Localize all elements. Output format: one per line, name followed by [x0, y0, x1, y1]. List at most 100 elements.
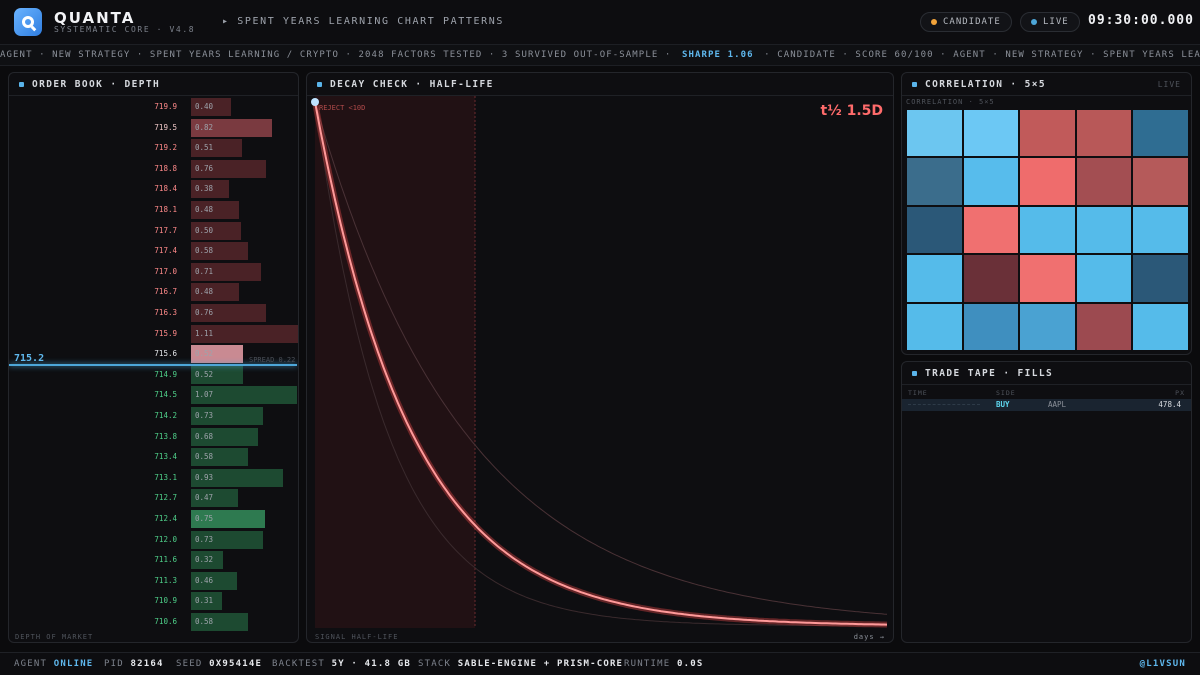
- ask-row[interactable]: 718.1 0.48: [9, 200, 297, 220]
- ticker-text-tail: · CANDIDATE · SCORE 60/100 · AGENT · NEW…: [764, 50, 1200, 60]
- author-handle[interactable]: @L1VSUN: [1140, 659, 1186, 669]
- correlation-cell[interactable]: [1076, 110, 1132, 157]
- correlation-cell[interactable]: [1076, 158, 1132, 205]
- trade-tape-title-text: TRADE TAPE · FILLS: [925, 368, 1054, 379]
- decay-footer-right: days →: [853, 633, 885, 641]
- footer-pid: PID 82164: [104, 659, 164, 669]
- correlation-title: CORRELATION · 5×5: [912, 79, 1046, 90]
- ask-row[interactable]: 719.5 0.82: [9, 118, 297, 138]
- bid-qty: 1.07: [195, 390, 214, 400]
- bid-row[interactable]: 712.0 0.73: [9, 530, 297, 550]
- correlation-cell[interactable]: [1133, 303, 1188, 350]
- order-book-panel: ORDER BOOK · DEPTH 719.9 0.40 719.5 0.82 719…: [8, 72, 299, 643]
- ask-row[interactable]: 715.9 1.11: [9, 324, 298, 344]
- correlation-cell[interactable]: [1020, 255, 1075, 302]
- ask-row[interactable]: 718.4 0.38: [9, 179, 297, 199]
- correlation-panel: CORRELATION · 5×5 LIVE CORRELATION · 5×5: [901, 72, 1192, 355]
- bid-qty: 0.93: [195, 472, 214, 482]
- footer-backtest: BACKTEST 5Y · 41.8 GB: [272, 659, 411, 669]
- ask-row[interactable]: 718.8 0.76: [9, 159, 297, 179]
- ask-qty: 0.51: [195, 143, 214, 153]
- divider: [902, 95, 1191, 96]
- bid-qty: 0.31: [195, 596, 214, 606]
- decay-title: DECAY CHECK · HALF-LIFE: [317, 79, 494, 90]
- bid-row[interactable]: 713.1 0.93: [9, 468, 297, 488]
- ask-row[interactable]: 717.7 0.50: [9, 221, 297, 241]
- bid-row[interactable]: 714.2 0.73: [9, 406, 297, 426]
- bid-row[interactable]: 710.6 0.58: [9, 612, 297, 632]
- bid-row[interactable]: 712.7 0.47: [9, 488, 297, 508]
- correlation-cell[interactable]: [963, 303, 1019, 350]
- correlation-cell[interactable]: [907, 303, 962, 350]
- bid-price: 714.2: [154, 411, 177, 420]
- correlation-cell[interactable]: [907, 158, 962, 205]
- bid-qty: 0.58: [195, 452, 214, 462]
- correlation-cell[interactable]: [1020, 303, 1075, 350]
- footer-seed-label: SEED: [176, 659, 203, 669]
- footer-backtest-value: 5Y · 41.8 GB: [331, 659, 411, 669]
- ask-qty: 0.52: [195, 349, 214, 359]
- correlation-cell[interactable]: [1020, 158, 1075, 205]
- ask-price: 718.1: [154, 205, 177, 214]
- bid-price: 711.3: [154, 575, 177, 585]
- correlation-cell[interactable]: [1133, 110, 1188, 157]
- bid-row[interactable]: 711.3 0.46: [9, 571, 297, 591]
- correlation-heatmap: [906, 109, 1189, 351]
- ask-price: 717.4: [154, 246, 177, 256]
- bid-qty: 0.73: [195, 534, 214, 544]
- app-subtitle: SYSTEMATIC CORE · V4.8: [54, 25, 196, 34]
- correlation-live-badge: LIVE: [1157, 80, 1181, 89]
- ask-row[interactable]: 719.9 0.40: [9, 97, 297, 117]
- correlation-cell[interactable]: [907, 110, 962, 157]
- correlation-cell[interactable]: [1076, 255, 1132, 302]
- tape-col-time: TIME: [908, 389, 928, 397]
- fill-side: BUY: [996, 400, 1010, 409]
- bid-row[interactable]: 711.6 0.32: [9, 550, 297, 570]
- ask-qty: 0.58: [195, 246, 214, 256]
- bid-row[interactable]: 713.8 0.68: [9, 427, 297, 447]
- status-footer: AGENT ONLINE PID 82164 SEED 0X95414E BAC…: [0, 652, 1200, 675]
- correlation-cell[interactable]: [907, 255, 962, 302]
- bid-qty: 0.46: [195, 575, 214, 585]
- bid-qty: 0.32: [195, 555, 214, 565]
- ask-price: 719.5: [154, 122, 177, 132]
- table-row[interactable]: BUY AAPL 478.4: [902, 399, 1191, 411]
- correlation-cell[interactable]: [963, 110, 1019, 157]
- correlation-cell[interactable]: [963, 255, 1019, 302]
- correlation-cell[interactable]: [1133, 255, 1188, 302]
- correlation-cell[interactable]: [1020, 206, 1075, 254]
- bid-row[interactable]: 714.5 1.07: [9, 385, 297, 405]
- bid-row[interactable]: 712.4 0.75: [9, 509, 297, 529]
- correlation-cell[interactable]: [1076, 303, 1132, 350]
- correlation-cell[interactable]: [1133, 206, 1188, 254]
- correlation-cell[interactable]: [1076, 206, 1132, 254]
- ask-qty: 0.50: [195, 225, 214, 235]
- ask-row[interactable]: 716.7 0.48: [9, 282, 297, 302]
- bid-row[interactable]: 710.9 0.31: [9, 591, 297, 611]
- correlation-cell[interactable]: [963, 206, 1019, 254]
- live-status-pill[interactable]: LIVE: [1020, 12, 1080, 32]
- correlation-cell[interactable]: [963, 158, 1019, 205]
- footer-runtime-value: 0.0S: [676, 659, 704, 669]
- ask-row[interactable]: 717.0 0.71: [9, 262, 297, 282]
- candidate-status-pill[interactable]: CANDIDATE: [920, 12, 1012, 32]
- headline: ▸ SPENT YEARS LEARNING CHART PATTERNS: [222, 16, 504, 27]
- decay-footer-left: SIGNAL HALF-LIFE: [315, 633, 399, 641]
- bid-row[interactable]: 714.9 0.52: [9, 365, 297, 385]
- ask-row[interactable]: 719.2 0.51: [9, 138, 297, 158]
- ask-price: 719.2: [154, 143, 177, 153]
- panel-dot-icon: [912, 82, 917, 87]
- correlation-cell[interactable]: [907, 206, 962, 254]
- app-logo[interactable]: [14, 8, 42, 36]
- news-ticker: AGENT · NEW STRATEGY · SPENT YEARS LEARN…: [0, 44, 1200, 66]
- tape-col-px: PX: [1175, 389, 1185, 397]
- ask-qty: 0.82: [195, 122, 214, 132]
- order-book-title-text: ORDER BOOK · DEPTH: [32, 79, 161, 90]
- ask-row[interactable]: 717.4 0.58: [9, 241, 297, 261]
- bid-row[interactable]: 713.4 0.58: [9, 447, 297, 467]
- correlation-cell[interactable]: [1020, 110, 1075, 157]
- order-book-title: ORDER BOOK · DEPTH: [19, 79, 160, 90]
- correlation-cell[interactable]: [1133, 158, 1188, 205]
- mid-price-line: [9, 364, 297, 366]
- ask-row[interactable]: 716.3 0.76: [9, 303, 297, 323]
